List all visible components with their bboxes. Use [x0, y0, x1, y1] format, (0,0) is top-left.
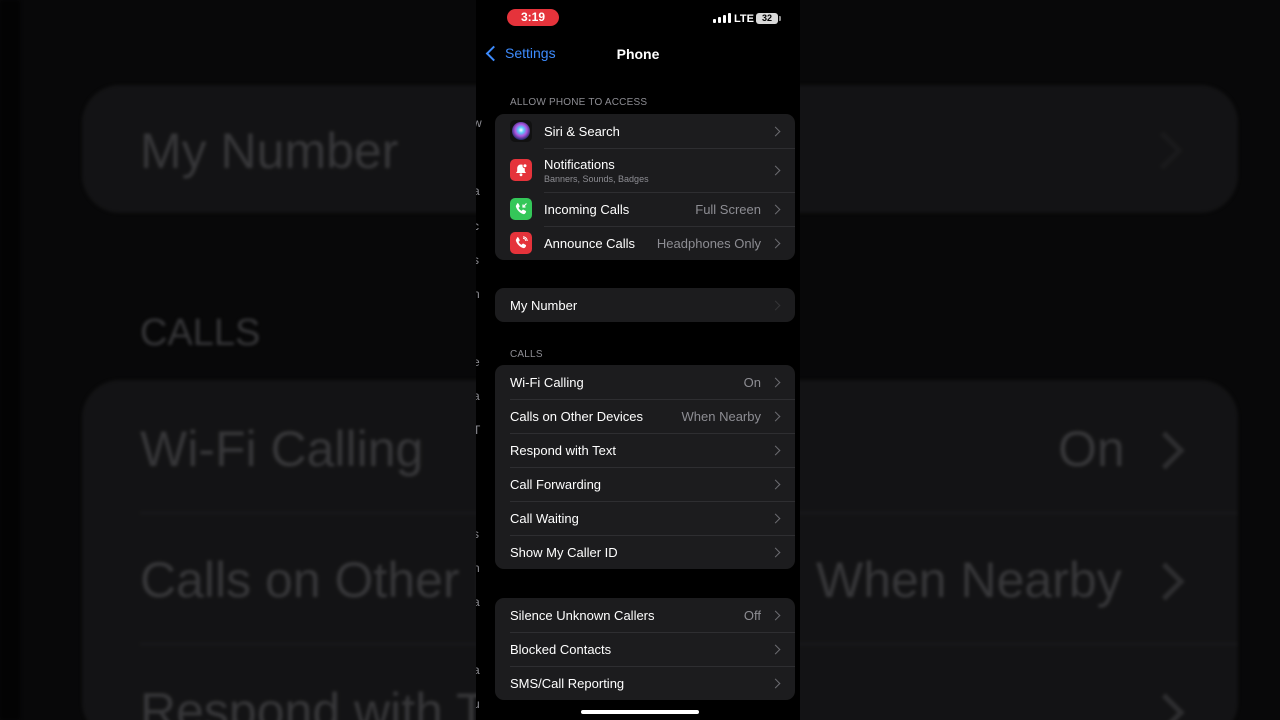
- wifi-calling-row[interactable]: Wi-Fi Calling On: [495, 365, 795, 399]
- blocked-contacts-label: Blocked Contacts: [510, 641, 612, 657]
- respond-with-text-label: Respond with Text: [510, 442, 616, 458]
- calls-other-devices-value: When Nearby: [681, 408, 761, 424]
- incoming-calls-icon: [510, 198, 532, 220]
- chevron-right-icon: [770, 644, 781, 654]
- section-header-allow-access: ALLOW PHONE TO ACCESS: [510, 97, 648, 108]
- show-caller-id-label: Show My Caller ID: [510, 544, 618, 560]
- chevron-right-icon: [770, 126, 781, 136]
- phone-screen: w a c s n l e a T i s n a a u 3:19 LTE 3…: [476, 0, 800, 720]
- blocking-group: Silence Unknown Callers Off Blocked Cont…: [495, 598, 795, 700]
- navigation-bar: Settings Phone: [476, 38, 800, 70]
- sms-call-reporting-label: SMS/Call Reporting: [510, 675, 625, 691]
- signal-icon: [713, 13, 731, 23]
- announce-calls-label: Announce Calls: [544, 235, 636, 251]
- notifications-sublabel: Banners, Sounds, Badges: [544, 173, 649, 184]
- calls-other-devices-label: Calls on Other Devices: [510, 408, 643, 424]
- call-waiting-row[interactable]: Call Waiting: [495, 501, 795, 535]
- my-number-label: My Number: [510, 297, 578, 313]
- chevron-right-icon: [770, 513, 781, 523]
- chevron-right-icon: [770, 238, 781, 248]
- announce-calls-row[interactable]: Announce Calls Headphones Only: [495, 226, 795, 260]
- sms-call-reporting-row[interactable]: SMS/Call Reporting: [495, 666, 795, 700]
- allow-access-group: Siri & Search Notifications Banners, Sou…: [495, 114, 795, 260]
- calls-group: Wi-Fi Calling On Calls on Other Devices …: [495, 365, 795, 569]
- chevron-right-icon: [770, 204, 781, 214]
- chevron-right-icon: [770, 165, 781, 175]
- my-number-row[interactable]: My Number: [495, 288, 795, 322]
- announce-calls-value: Headphones Only: [656, 235, 761, 251]
- respond-with-text-row[interactable]: Respond with Text: [495, 433, 795, 467]
- my-number-group: My Number: [495, 288, 795, 322]
- notifications-icon: [510, 159, 532, 181]
- siri-icon: [510, 120, 532, 142]
- announce-calls-icon: [510, 232, 532, 254]
- incoming-calls-row[interactable]: Incoming Calls Full Screen: [495, 192, 795, 226]
- status-bar: 3:19 LTE 32: [476, 0, 800, 36]
- chevron-right-icon: [770, 610, 781, 620]
- calls-other-devices-row[interactable]: Calls on Other Devices When Nearby: [495, 399, 795, 433]
- incoming-calls-value: Full Screen: [695, 201, 761, 217]
- chevron-right-icon: [770, 300, 781, 310]
- status-time[interactable]: 3:19: [507, 9, 559, 26]
- page-title: Phone: [616, 46, 660, 62]
- section-header-calls: CALLS: [510, 349, 543, 360]
- notifications-label: Notifications: [544, 156, 615, 172]
- wifi-calling-label: Wi-Fi Calling: [510, 374, 584, 390]
- chevron-right-icon: [770, 678, 781, 688]
- chevron-right-icon: [770, 377, 781, 387]
- silence-unknown-callers-value: Off: [743, 607, 761, 623]
- network-type: LTE: [734, 13, 754, 25]
- battery-icon: 32: [756, 13, 781, 24]
- home-indicator[interactable]: [581, 710, 699, 714]
- siri-search-row[interactable]: Siri & Search: [495, 114, 795, 148]
- incoming-calls-label: Incoming Calls: [544, 201, 630, 217]
- left-edge-clipped-text: w a c s n l e a T i s n a a u: [476, 116, 482, 711]
- call-forwarding-row[interactable]: Call Forwarding: [495, 467, 795, 501]
- siri-search-label: Siri & Search: [544, 123, 620, 139]
- blocked-contacts-row[interactable]: Blocked Contacts: [495, 632, 795, 666]
- silence-unknown-callers-label: Silence Unknown Callers: [510, 607, 655, 623]
- chevron-right-icon: [770, 547, 781, 557]
- notifications-row[interactable]: Notifications Banners, Sounds, Badges: [495, 148, 795, 192]
- chevron-right-icon: [770, 411, 781, 421]
- chevron-right-icon: [770, 445, 781, 455]
- call-forwarding-label: Call Forwarding: [510, 476, 602, 492]
- show-caller-id-row[interactable]: Show My Caller ID: [495, 535, 795, 569]
- chevron-right-icon: [770, 479, 781, 489]
- wifi-calling-value: On: [743, 374, 761, 390]
- call-waiting-label: Call Waiting: [510, 510, 579, 526]
- silence-unknown-callers-row[interactable]: Silence Unknown Callers Off: [495, 598, 795, 632]
